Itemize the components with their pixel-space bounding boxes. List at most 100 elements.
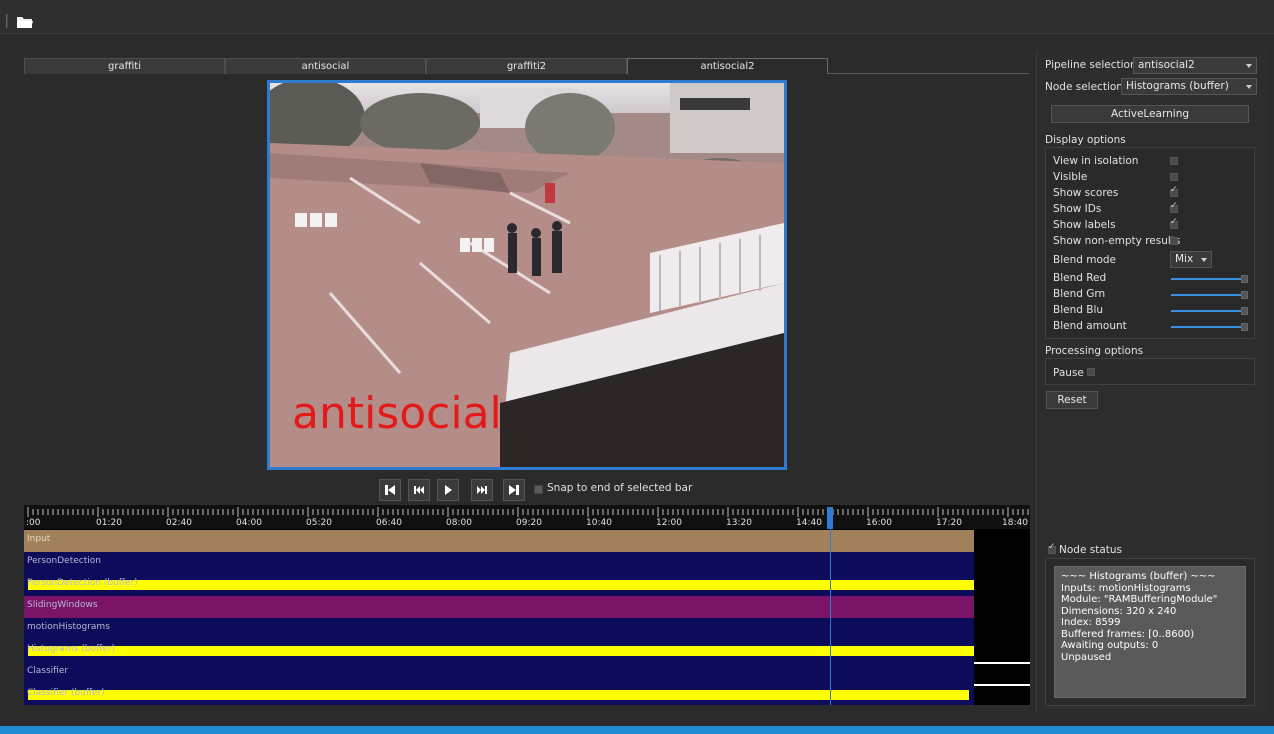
display-option-label: Show scores bbox=[1053, 187, 1119, 199]
tick-label: 05:20 bbox=[306, 518, 332, 528]
display-option-checkbox[interactable] bbox=[1170, 237, 1178, 245]
play-icon bbox=[445, 485, 452, 495]
blend-slider[interactable] bbox=[1171, 326, 1241, 328]
chevron-down-icon bbox=[1246, 85, 1252, 89]
tab-graffiti2[interactable]: graffiti2 bbox=[426, 58, 627, 74]
tick-label: 18:40 bbox=[1002, 518, 1028, 528]
tab-graffiti[interactable]: graffiti bbox=[24, 58, 225, 74]
timeline-track[interactable]: Input bbox=[24, 530, 974, 552]
display-option-checkbox[interactable] bbox=[1170, 217, 1178, 229]
pipeline-select-value: antisocial2 bbox=[1138, 59, 1195, 71]
slider-handle[interactable] bbox=[1241, 291, 1248, 299]
timeline-track[interactable]: PersonDetection bbox=[24, 552, 974, 574]
pipeline-tabs: graffiti antisocial graffiti2 antisocial… bbox=[24, 58, 1029, 74]
track-label: Histograms (buffer) bbox=[27, 644, 116, 654]
tick-label: 14:40 bbox=[796, 518, 822, 528]
display-option-checkbox[interactable] bbox=[1170, 201, 1178, 213]
display-option-label: Show IDs bbox=[1053, 203, 1102, 215]
slider-handle[interactable] bbox=[1241, 323, 1248, 331]
tick-label: 04:00 bbox=[236, 518, 262, 528]
status-line: Buffered frames: [0..8600) bbox=[1061, 628, 1195, 640]
tab-antisocial2[interactable]: antisocial2 bbox=[627, 58, 828, 74]
status-bar bbox=[0, 726, 1274, 734]
track-label: Classifier (buffer) bbox=[27, 688, 105, 698]
skip-to-end-button[interactable] bbox=[503, 479, 525, 501]
node-status-checkbox[interactable] bbox=[1048, 542, 1056, 554]
display-option-checkbox[interactable] bbox=[1170, 173, 1178, 181]
slider-label: Blend Blu bbox=[1053, 304, 1104, 316]
timeline-track[interactable]: Classifier (buffer) bbox=[24, 684, 974, 705]
folder-open-icon[interactable] bbox=[15, 13, 35, 31]
tick-label: 17:20 bbox=[936, 518, 962, 528]
display-option-label: View in isolation bbox=[1053, 155, 1139, 167]
timeline-track[interactable]: motionHistograms bbox=[24, 618, 974, 640]
video-frame-image: antisocial bbox=[270, 83, 784, 467]
snap-checkbox[interactable] bbox=[534, 485, 543, 494]
timeline-track[interactable]: Histograms (buffer) bbox=[24, 640, 974, 662]
blend-slider[interactable] bbox=[1171, 310, 1241, 312]
buffer-bar bbox=[28, 690, 969, 700]
play-button[interactable] bbox=[437, 479, 459, 501]
playhead-line bbox=[830, 529, 831, 705]
slider-label: Blend Grn bbox=[1053, 288, 1106, 300]
pause-checkbox[interactable] bbox=[1087, 368, 1095, 376]
status-line: Index: 8599 bbox=[1061, 617, 1121, 628]
display-options-heading: Display options bbox=[1045, 134, 1126, 146]
tab-antisocial[interactable]: antisocial bbox=[225, 58, 426, 74]
chevron-down-icon bbox=[1246, 64, 1252, 68]
skip-to-end-icon bbox=[509, 485, 519, 495]
toolbar-grip[interactable] bbox=[6, 14, 8, 28]
tick-label: 06:40 bbox=[376, 518, 402, 528]
tick-label: 01:20 bbox=[96, 518, 122, 528]
display-option-label: Show labels bbox=[1053, 219, 1116, 231]
status-line: Dimensions: 320 x 240 bbox=[1061, 605, 1177, 617]
blend-slider[interactable] bbox=[1171, 294, 1241, 296]
track-label: PersonDetection (buffer) bbox=[27, 578, 138, 588]
track-label: Input bbox=[27, 534, 51, 544]
track-label: Classifier bbox=[27, 666, 69, 676]
display-option-label: Show non-empty results bbox=[1053, 235, 1181, 247]
slider-handle[interactable] bbox=[1241, 307, 1248, 315]
video-overlay-label: antisocial bbox=[292, 388, 502, 439]
slider-handle[interactable] bbox=[1241, 275, 1248, 283]
tick-label: 13:20 bbox=[726, 518, 752, 528]
blend-mode-label: Blend mode bbox=[1053, 254, 1117, 266]
buffer-bar bbox=[28, 580, 974, 590]
track-label: motionHistograms bbox=[27, 622, 110, 632]
skip-to-start-button[interactable] bbox=[379, 479, 401, 501]
snap-label: Snap to end of selected bar bbox=[547, 482, 693, 494]
reset-button[interactable]: Reset bbox=[1046, 391, 1098, 409]
node-status-label: Node status bbox=[1059, 544, 1123, 556]
tick-label: 16:00 bbox=[866, 518, 892, 528]
tick-label: 12:00 bbox=[656, 518, 682, 528]
display-option-checkbox[interactable] bbox=[1170, 185, 1178, 197]
step-forward-icon bbox=[477, 486, 487, 494]
display-option-checkbox[interactable] bbox=[1170, 157, 1178, 165]
slider-label: Blend amount bbox=[1053, 320, 1127, 332]
status-line: Awaiting outputs: 0 bbox=[1061, 640, 1159, 651]
display-option-label: Visible bbox=[1053, 171, 1088, 183]
status-line: Inputs: motionHistograms bbox=[1061, 582, 1191, 594]
node-status-lines: ~~~ Histograms (buffer) ~~~ Inputs: motio… bbox=[1061, 571, 1239, 663]
active-learning-button[interactable]: ActiveLearning bbox=[1051, 105, 1249, 123]
timeline-track[interactable]: Classifier bbox=[24, 662, 974, 684]
step-back-button[interactable] bbox=[408, 479, 430, 501]
blend-mode-select[interactable]: Mix bbox=[1170, 251, 1212, 268]
tick-label: 08:00 bbox=[446, 518, 472, 528]
timeline-track[interactable]: PersonDetection (buffer) bbox=[24, 574, 974, 596]
tick-label: 02:40 bbox=[166, 518, 192, 528]
pipeline-select[interactable]: antisocial2 bbox=[1133, 57, 1257, 74]
node-select[interactable]: Histograms (buffer) bbox=[1121, 78, 1257, 95]
step-forward-button[interactable] bbox=[471, 479, 493, 501]
slider-label: Blend Red bbox=[1053, 272, 1107, 284]
video-view[interactable]: antisocial bbox=[267, 80, 787, 470]
playhead-marker[interactable] bbox=[827, 507, 833, 529]
status-line: ~~~ Histograms (buffer) ~~~ bbox=[1061, 571, 1216, 582]
node-selection-label: Node selection bbox=[1045, 81, 1123, 93]
skip-to-start-icon bbox=[385, 485, 395, 495]
blend-slider[interactable] bbox=[1171, 278, 1241, 280]
chevron-down-icon bbox=[1201, 258, 1207, 262]
timeline-track[interactable]: SlidingWindows bbox=[24, 596, 974, 618]
timeline-view[interactable]: :00 01:20 02:40 04:00 05:20 06:40 08:00 09:20 10… bbox=[24, 505, 1030, 705]
pause-label: Pause bbox=[1053, 367, 1084, 379]
